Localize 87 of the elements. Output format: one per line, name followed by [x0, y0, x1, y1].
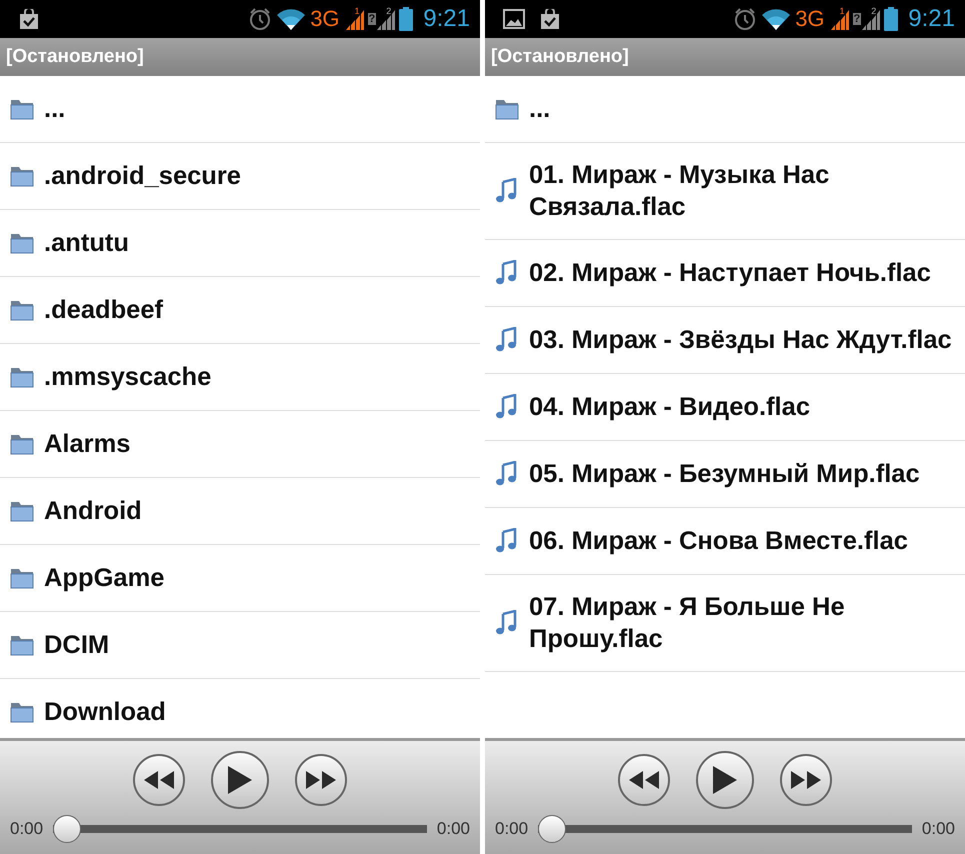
sim-status: ? — [368, 13, 376, 25]
file-name: .mmsyscache — [44, 362, 212, 393]
signal-bars-icon — [830, 8, 849, 30]
alarm-clock-icon — [248, 7, 272, 31]
fast-forward-button[interactable] — [780, 754, 832, 806]
elapsed-time: 0:00 — [495, 819, 528, 839]
seek-thumb[interactable] — [53, 815, 82, 843]
folder-icon — [8, 634, 36, 656]
folder-icon — [8, 500, 36, 522]
sim-status: ? — [852, 13, 862, 25]
list-item[interactable]: Android — [0, 478, 480, 545]
rewind-icon — [629, 771, 659, 789]
sim-number: 2 — [871, 6, 876, 16]
alarm-clock-icon — [733, 7, 758, 31]
list-item[interactable]: DCIM — [0, 612, 480, 679]
list-item[interactable]: .deadbeef — [0, 277, 480, 344]
file-name: .deadbeef — [44, 295, 164, 326]
total-time: 0:00 — [436, 819, 470, 839]
list-item[interactable]: 02. Мираж - Наступает Ночь.flac — [485, 240, 965, 307]
file-name: Alarms — [44, 429, 130, 460]
file-name: 03. Мираж - Звёзды Нас Ждут.flac — [529, 325, 952, 356]
folder-icon — [493, 98, 521, 120]
file-name: 04. Мираж - Видео.flac — [529, 392, 810, 423]
playback-status: [Остановлено] — [491, 46, 629, 68]
list-item[interactable]: AppGame — [0, 545, 480, 612]
list-item[interactable]: Alarms — [0, 411, 480, 478]
folder-icon — [8, 165, 36, 187]
folder-icon — [8, 98, 36, 120]
sim-number: 2 — [386, 6, 392, 16]
seek-thumb[interactable] — [538, 815, 566, 843]
sim-number: 1 — [354, 6, 360, 16]
folder-icon — [8, 232, 36, 254]
clock-time: 9:21 — [423, 5, 470, 33]
list-item[interactable]: 07. Мираж - Я Больше Не Прошу.flac — [485, 575, 965, 672]
file-name: 02. Мираж - Наступает Ночь.flac — [529, 258, 931, 289]
rewind-button[interactable] — [618, 754, 670, 806]
fast-forward-icon — [791, 771, 821, 789]
play-icon — [228, 766, 252, 794]
list-item[interactable]: .antutu — [0, 210, 480, 277]
battery-icon — [399, 7, 414, 31]
list-item[interactable]: 03. Мираж - Звёзды Нас Ждут.flac — [485, 307, 965, 374]
clock-time: 9:21 — [908, 5, 955, 33]
list-item[interactable]: 01. Мираж - Музыка Нас Связала.flac — [485, 143, 965, 240]
file-name: AppGame — [44, 563, 164, 594]
folder-icon — [8, 299, 36, 321]
list-item[interactable]: 06. Мираж - Снова Вместе.flac — [485, 508, 965, 575]
list-item[interactable]: ... — [0, 76, 480, 143]
folder-icon — [8, 701, 36, 723]
file-name: 07. Мираж - Я Больше Не Прошу.flac — [529, 592, 846, 655]
signal-bars-icon — [862, 8, 880, 30]
total-time: 0:00 — [922, 819, 955, 839]
file-name: 05. Мираж - Безумный Мир.flac — [529, 459, 920, 490]
list-item[interactable]: .android_secure — [0, 143, 480, 210]
file-name: DCIM — [44, 630, 110, 661]
file-name: Android — [44, 496, 142, 527]
shopping-bag-check-icon — [18, 9, 40, 29]
file-name: .android_secure — [44, 161, 241, 192]
wifi-icon — [276, 8, 306, 30]
network-type: 3G — [310, 6, 340, 32]
picture-icon — [503, 9, 525, 29]
file-name: Download — [44, 697, 166, 728]
list-item[interactable]: .mmsyscache — [0, 344, 480, 411]
shopping-bag-check-icon — [539, 9, 561, 29]
file-name: 01. Мираж - Музыка Нас Связала.flac — [529, 160, 830, 223]
file-name: ... — [529, 94, 550, 125]
file-name: .antutu — [44, 228, 129, 259]
playback-status: [Остановлено] — [6, 46, 144, 68]
rewind-button[interactable] — [133, 754, 185, 806]
file-name: ... — [44, 94, 66, 125]
folder-icon — [8, 433, 36, 455]
file-name: 06. Мираж - Снова Вместе.flac — [529, 526, 908, 557]
network-type: 3G — [795, 6, 825, 32]
signal-bars-icon — [377, 8, 396, 30]
list-item[interactable]: ... — [485, 76, 965, 143]
folder-icon — [8, 366, 36, 388]
elapsed-time: 0:00 — [10, 819, 44, 839]
signal-bars-icon — [346, 8, 364, 30]
sim-number: 1 — [840, 6, 845, 16]
wifi-icon — [761, 8, 792, 30]
play-icon — [713, 766, 737, 794]
list-item[interactable]: 04. Мираж - Видео.flac — [485, 374, 965, 441]
battery-icon — [884, 7, 898, 31]
folder-icon — [8, 567, 36, 589]
fast-forward-icon — [306, 771, 336, 789]
list-item[interactable]: 05. Мираж - Безумный Мир.flac — [485, 441, 965, 508]
fast-forward-button[interactable] — [295, 754, 347, 806]
rewind-icon — [144, 771, 174, 789]
